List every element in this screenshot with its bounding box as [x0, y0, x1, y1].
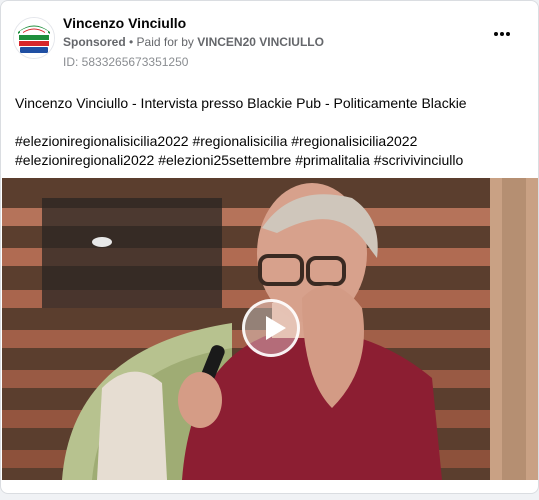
paid-for-name: VINCEN20 VINCIULLO: [197, 35, 324, 49]
post-title-line: Vincenzo Vinciullo - Intervista presso B…: [15, 95, 467, 111]
ad-card: Vincenzo Vinciullo Sponsored • Paid for …: [0, 0, 539, 494]
more-horizontal-icon[interactable]: [494, 25, 516, 39]
play-icon[interactable]: [242, 299, 300, 357]
party-logo: [14, 18, 54, 58]
post-header: Vincenzo Vinciullo Sponsored • Paid for …: [13, 13, 526, 73]
sponsor-line: Sponsored • Paid for by VINCEN20 VINCIUL…: [63, 35, 324, 49]
hashtags-line-1: #elezioniregionalisicilia2022 #regionali…: [15, 133, 418, 149]
post-text: Vincenzo Vinciullo - Intervista presso B…: [15, 94, 524, 170]
hashtags-line-2: #elezioniregionali2022 #elezioni25settem…: [15, 152, 464, 168]
sponsored-label: Sponsored: [63, 35, 126, 49]
author-name[interactable]: Vincenzo Vinciullo: [63, 15, 186, 31]
video-player[interactable]: [2, 178, 538, 480]
ad-id: ID: 5833265673351250: [63, 55, 189, 69]
paid-for-prefix: Paid for by: [136, 35, 198, 49]
page-avatar[interactable]: [13, 17, 55, 59]
separator: •: [125, 35, 137, 49]
